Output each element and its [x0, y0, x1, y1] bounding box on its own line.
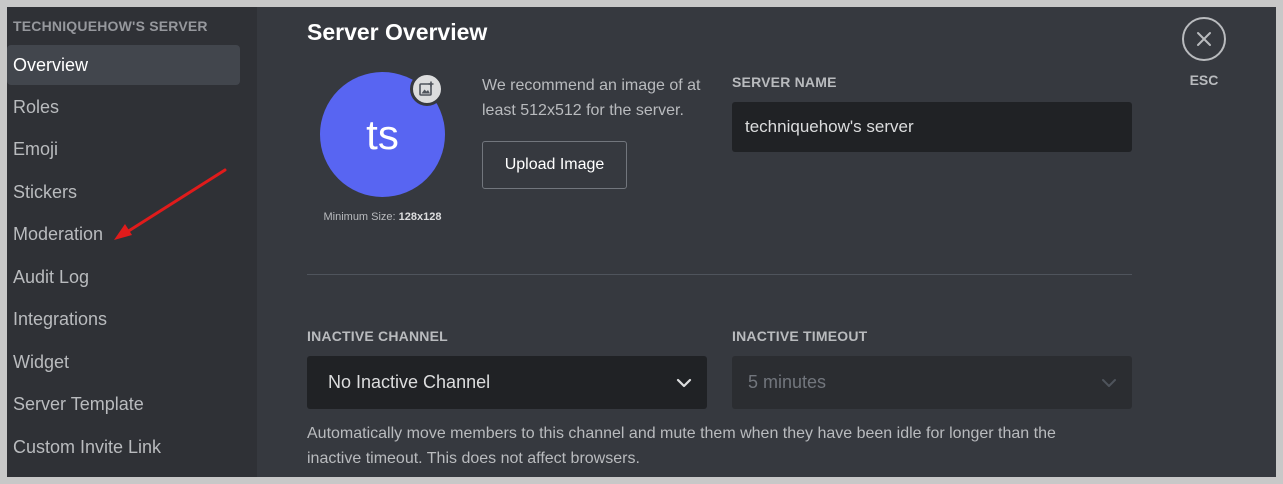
close-icon	[1197, 32, 1211, 46]
inactive-timeout-value: 5 minutes	[748, 372, 827, 392]
image-recommendation-text: We recommend an image of at least 512x51…	[482, 77, 701, 119]
inactive-timeout-select[interactable]: 5 minutes	[732, 356, 1132, 409]
red-arrow-annotation	[114, 168, 227, 240]
inactive-timeout-label: INACTIVE TIMEOUT	[732, 328, 868, 344]
upload-image-button[interactable]: Upload Image	[482, 141, 627, 189]
minimum-size-value: 128x128	[398, 211, 442, 223]
chevron-down-icon	[676, 378, 692, 388]
inactive-channel-label: INACTIVE CHANNEL	[307, 328, 448, 344]
minimum-size-note: Minimum Size: 128x128	[320, 211, 445, 223]
server-name-label: SERVER NAME	[732, 74, 837, 90]
sidebar-item-server-template[interactable]: Server Template	[7, 384, 240, 424]
inactive-channel-value: No Inactive Channel	[328, 372, 491, 392]
esc-label: ESC	[1189, 72, 1219, 88]
inactive-help-text: Automatically move members to this chann…	[307, 425, 1056, 467]
chevron-down-icon	[1102, 379, 1116, 387]
sidebar-item-custom-invite-link[interactable]: Custom Invite Link	[7, 427, 240, 467]
page-title: Server Overview	[307, 19, 488, 45]
server-name-input[interactable]	[732, 102, 1132, 152]
close-button[interactable]	[1182, 17, 1226, 61]
main-content: Server Overview ts Minimum Size: 128x128…	[257, 7, 1276, 477]
settings-window: TECHNIQUEHOW'S SERVER Overview Roles Emo…	[7, 7, 1276, 477]
section-divider	[307, 274, 1132, 275]
inactive-channel-select[interactable]: No Inactive Channel	[307, 356, 707, 409]
minimum-size-label: Minimum Size:	[323, 211, 396, 223]
sidebar-item-audit-log[interactable]: Audit Log	[7, 257, 240, 297]
sidebar-item-integrations[interactable]: Integrations	[7, 299, 240, 339]
add-image-icon[interactable]	[410, 72, 444, 106]
sidebar-item-widget[interactable]: Widget	[7, 342, 240, 382]
